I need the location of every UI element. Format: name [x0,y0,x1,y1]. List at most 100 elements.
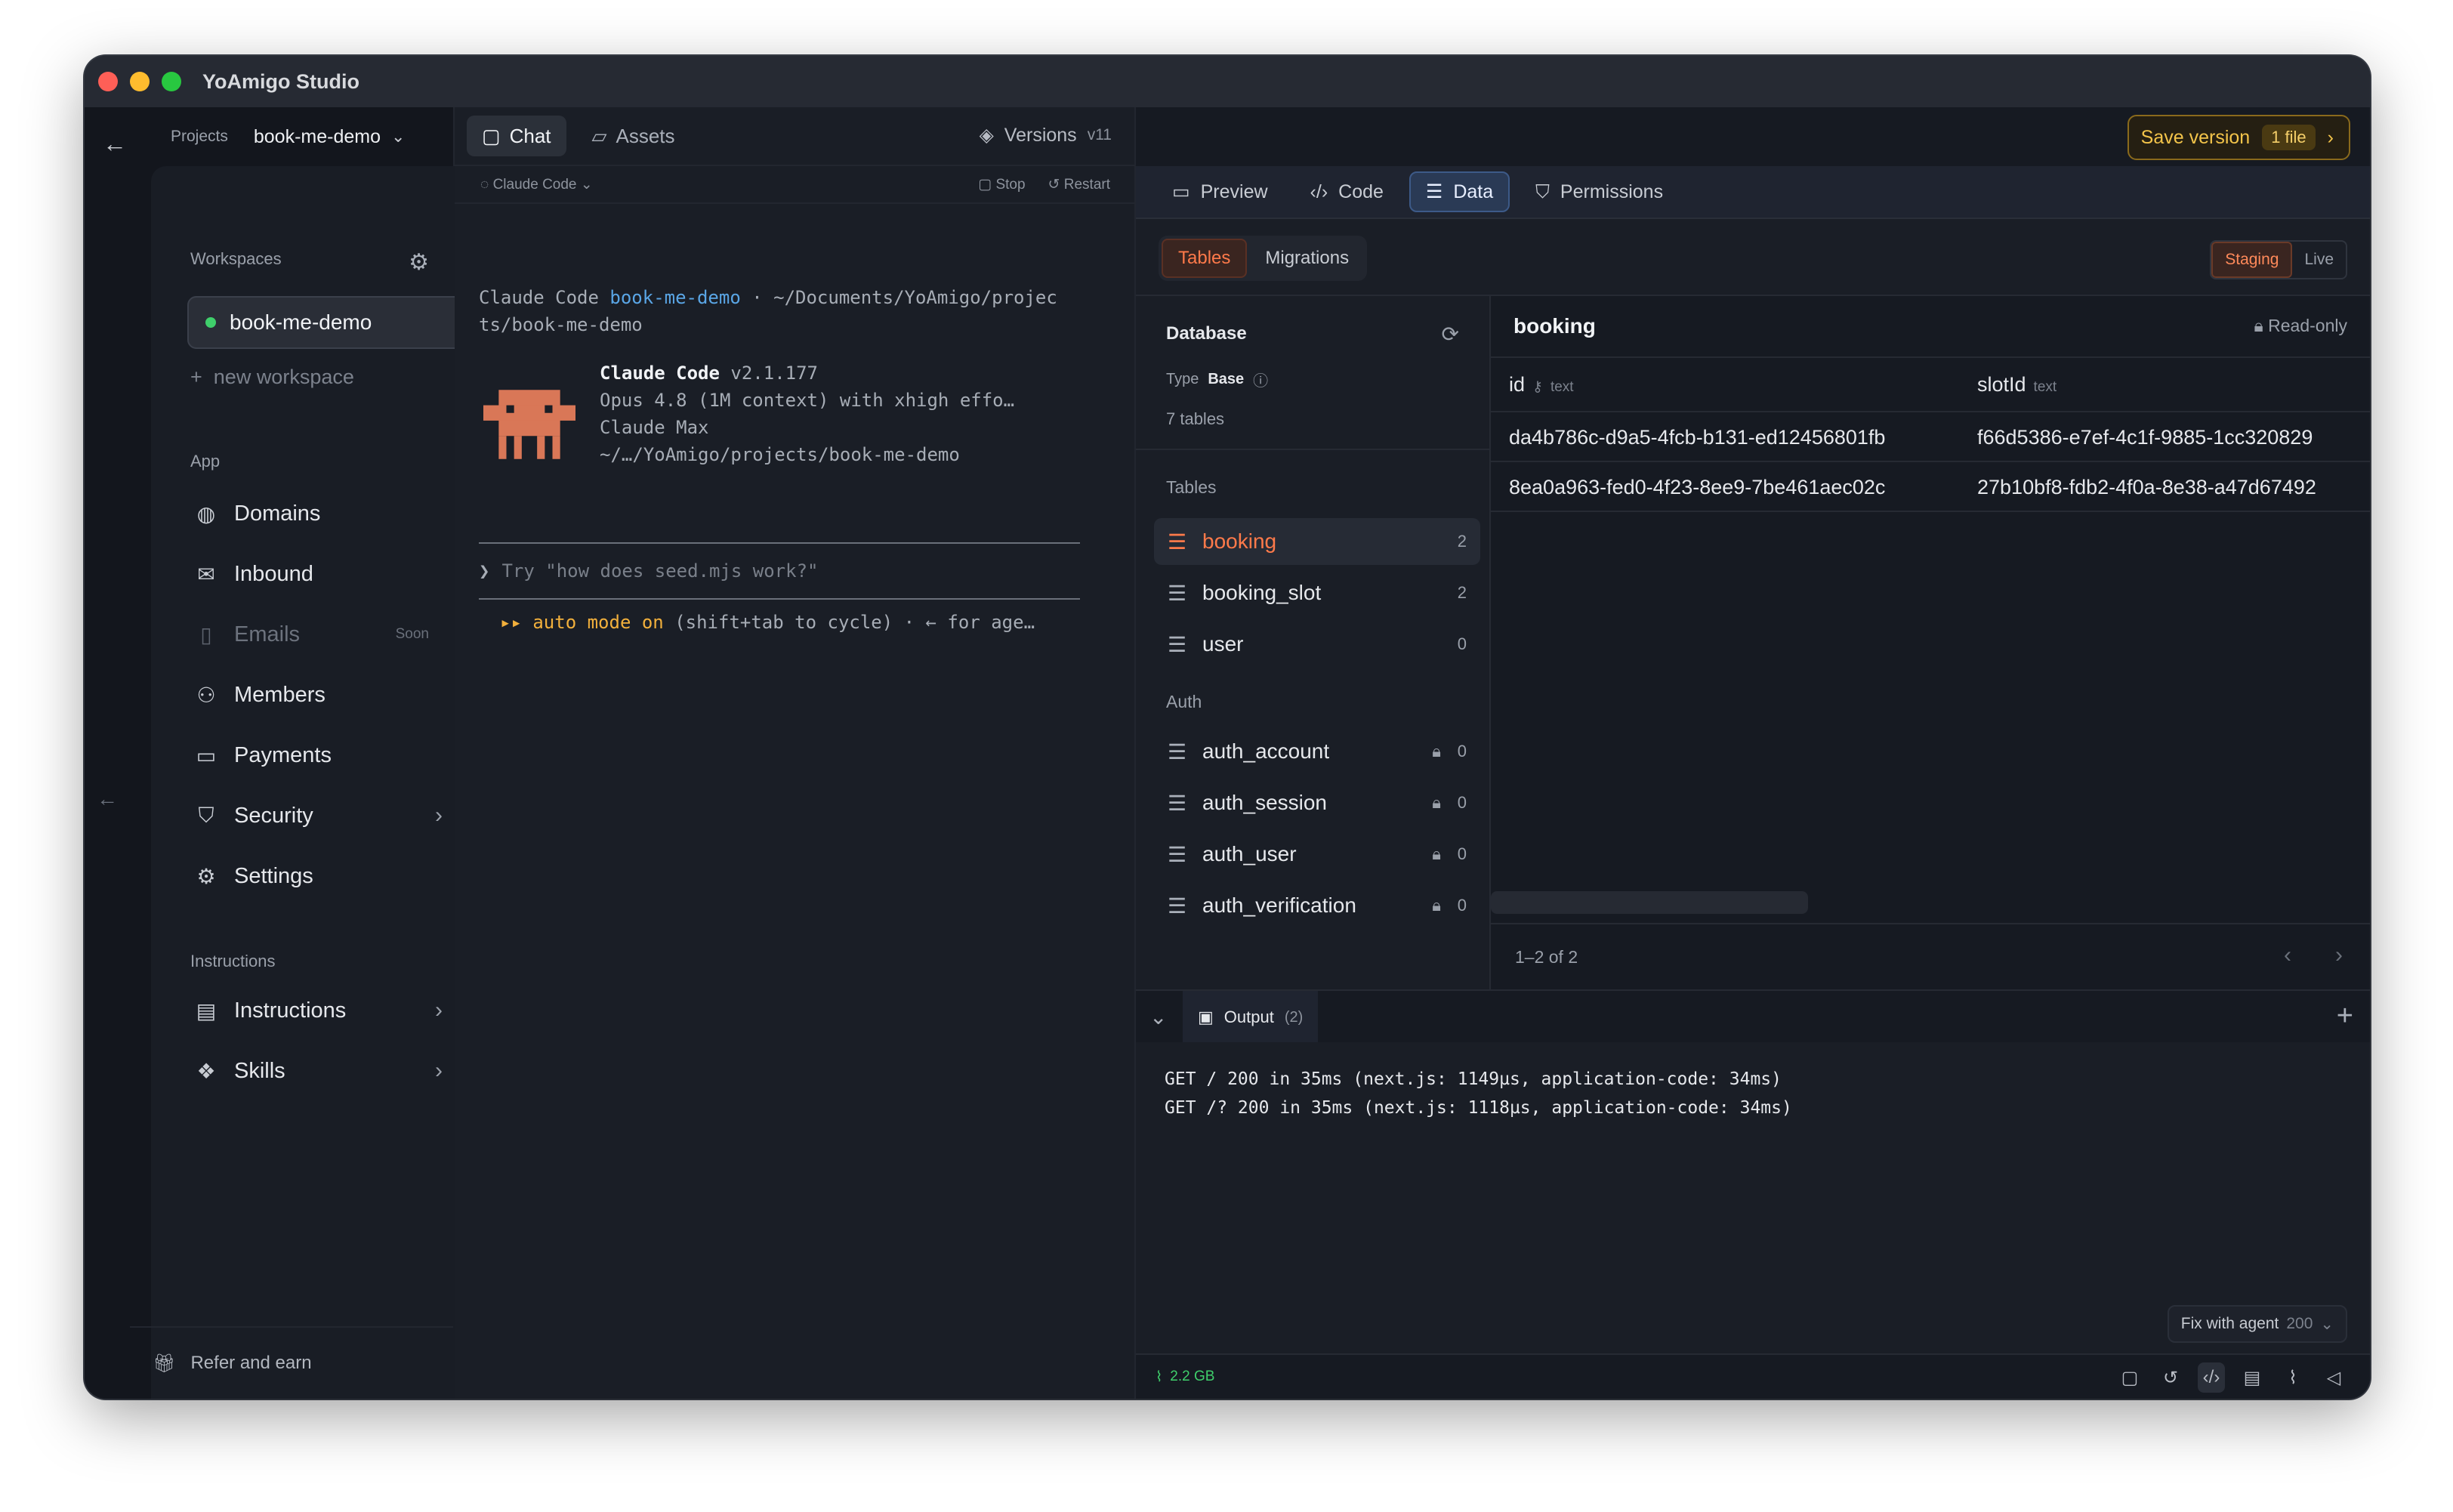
layers-icon: ◈ [979,125,994,146]
tables-toggle[interactable]: Tables [1162,239,1248,278]
type-label: Type [1166,371,1199,387]
refresh-icon[interactable]: ⟳ [1442,322,1459,347]
status-bar: ⌇ 2.2 GB ▢ ↺ ‹/› ▤ ⌇ ◁ [1136,1353,2370,1399]
versions-label: Versions [1004,124,1077,146]
table-count: 7 tables [1166,409,1225,428]
table-item-user[interactable]: ☰ user 0 [1154,621,1480,668]
column-slotid[interactable]: slotId text [1977,373,2057,397]
agent-selector[interactable]: ◌ Claude Code ⌄ [480,176,593,193]
database-icon: ☰ [1168,632,1187,656]
restart-button[interactable]: ↺ Restart [1048,176,1110,193]
tab-preview[interactable]: ▭ Preview [1156,171,1285,212]
sidebar-item-members[interactable]: ⚇ Members [193,672,450,717]
table-row[interactable]: 8ea0a963-fed0-4f23-8ee9-7be461aec02c 27b… [1491,462,2370,512]
read-only-label: Read-only [2268,316,2347,335]
tab-assets[interactable]: ▱ Assets [577,116,690,156]
column-name: id [1509,373,1526,396]
cell-id[interactable]: da4b786c-d9a5-4fcb-b131-ed12456801fb [1509,426,1885,449]
browser-window-icon[interactable]: ▤ [2239,1362,2266,1393]
next-page-icon[interactable]: › [2335,943,2343,968]
minimize-window-button[interactable] [130,72,150,91]
column-name: slotId [1977,373,2026,396]
tab-chat[interactable]: ▢ Chat [467,116,566,156]
sidebar-item-label: Inbound [234,561,313,586]
column-type: text [2033,379,2057,395]
type-value: Base [1208,371,1245,387]
table-item-auth-user[interactable]: ☰ auth_user 🔒︎ 0 [1154,831,1480,878]
browser-icon: ▭ [1172,181,1190,202]
chat-tabs: ▢ Chat ▱ Assets ◈ Versions v11 [455,107,1134,166]
inbox-icon: ✉ [197,562,215,586]
stop-button[interactable]: ▢ Stop [978,176,1025,193]
sidebar-item-security[interactable]: ⛉ Security › [193,793,450,838]
versions-button[interactable]: ◈ Versions v11 [980,124,1112,147]
column-id[interactable]: id ⚷ text [1509,373,1574,397]
add-tab-icon[interactable]: + [2337,1000,2353,1032]
zoom-window-button[interactable] [162,72,181,91]
database-icon: ☰ [1168,739,1187,764]
database-icon: ☰ [1168,893,1187,918]
new-workspace-button[interactable]: + new workspace [190,366,354,389]
row-count: 2 [1457,532,1467,551]
project-name[interactable]: book-me-demo [254,126,381,148]
data-panel: Save version 1 file › ▭ Preview ‹/› Code ☰… [1136,107,2370,1399]
workspace-item-active[interactable]: book-me-demo [187,296,464,349]
square-icon[interactable]: ▢ [2116,1362,2143,1393]
prompt-input[interactable]: ❯ Try "how does seed.mjs work?" [479,542,1080,600]
data-toolbar: Tables Migrations Staging Live [1136,219,2370,296]
back-arrow-icon[interactable]: ← [103,130,127,158]
cell-id[interactable]: 8ea0a963-fed0-4f23-8ee9-7be461aec02c [1509,476,1885,499]
fix-with-agent-button[interactable]: Fix with agent 200 ⌄ [2167,1305,2347,1343]
sidebar-item-domains[interactable]: ◍ Domains [193,491,450,536]
tab-output[interactable]: ▣ Output (2) [1183,991,1319,1044]
project-link[interactable]: book-me-demo [609,287,740,308]
sidebar-item-label: Instructions [234,998,347,1023]
workspace-settings-gear-icon[interactable]: ⚙ [409,249,429,276]
refer-and-earn-link[interactable]: 🎁︎ Refer and earn [130,1326,453,1399]
table-item-auth-session[interactable]: ☰ auth_session 🔒︎ 0 [1154,779,1480,826]
tab-code[interactable]: ‹/› Code [1294,171,1400,212]
collapse-sidebar-icon[interactable]: ← [97,787,118,811]
database-icon: ☰ [1168,581,1187,605]
prompt-placeholder: Try "how does seed.mjs work?" [501,560,819,582]
tab-data[interactable]: ☰ Data [1409,171,1510,212]
sidebar-item-inbound[interactable]: ✉ Inbound [193,551,450,597]
chevron-down-icon[interactable]: ⌄ [2320,1315,2334,1334]
info-icon[interactable]: ⓘ [1253,369,1268,390]
project-switcher[interactable]: Projects book-me-demo ⌄ [130,107,453,166]
table-item-auth-verification[interactable]: ☰ auth_verification 🔒︎ 0 [1154,882,1480,929]
cell-slotid[interactable]: 27b10bf8-fdb2-4f0a-8e38-a47d67492 [1977,476,2316,499]
sidebar-item-skills[interactable]: ❖ Skills › [193,1048,450,1094]
horizontal-scrollbar[interactable] [1491,891,1808,914]
sidebar-item-instructions[interactable]: ▤ Instructions › [193,988,450,1033]
chevron-down-icon[interactable]: ⌄ [1149,1004,1167,1029]
live-toggle[interactable]: Live [2292,242,2346,278]
banner-version: v2.1.177 [719,363,818,384]
cell-slotid[interactable]: f66d5386-e7ef-4c1f-9885-1cc320829 [1977,426,2313,449]
table-item-booking-slot[interactable]: ☰ booking_slot 2 [1154,569,1480,616]
sidebar-item-payments[interactable]: ▭ Payments [193,733,450,778]
table-item-booking[interactable]: ☰ booking 2 [1154,518,1480,565]
table-item-auth-account[interactable]: ☰ auth_account 🔒︎ 0 [1154,728,1480,775]
migrations-toggle[interactable]: Migrations [1250,239,1364,278]
path-prefix: Claude Code [479,287,610,308]
sidebar-item-settings[interactable]: ⚙ Settings [193,853,450,899]
prev-page-icon[interactable]: ‹ [2284,943,2291,968]
chevron-down-icon[interactable]: ⌄ [391,127,405,147]
tab-permissions[interactable]: ⛉ Permissions [1519,171,1680,212]
claude-mascot-icon [483,390,575,459]
banner-model: Opus 4.8 (1M context) with xhigh effo… [600,390,1015,411]
file-icon: ▯ [200,622,212,646]
save-version-button[interactable]: Save version 1 file › [2127,115,2350,160]
table-row[interactable]: da4b786c-d9a5-4fcb-b131-ed12456801fb f66… [1491,412,2370,462]
lock-icon: 🔒︎ [1432,793,1441,812]
activity-icon[interactable]: ⌇ [2279,1362,2306,1393]
code-icon[interactable]: ‹/› [2198,1362,2225,1393]
close-window-button[interactable] [98,72,118,91]
sidebar-item-emails[interactable]: ▯ Emails Soon [193,612,450,657]
app-title: YoAmigo Studio [202,69,359,93]
restart-label: Restart [1063,176,1110,193]
reload-icon[interactable]: ↺ [2157,1362,2184,1393]
staging-toggle[interactable]: Staging [2211,242,2293,278]
speaker-icon[interactable]: ◁ [2320,1362,2347,1393]
